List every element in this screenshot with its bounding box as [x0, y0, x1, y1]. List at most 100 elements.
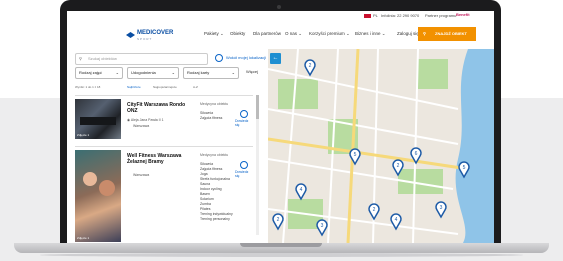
arrow-icon — [240, 161, 248, 169]
map-canvas[interactable]: 2 5 6 2 4 3 2 4 2 3 5 — [268, 49, 494, 243]
utility-bar: PL Infolinia: 22 290 9070 Partner progra… — [67, 11, 494, 21]
map-pin-label: 6 — [415, 151, 418, 157]
language-switch[interactable]: PL — [373, 13, 378, 18]
activity-item: Joga — [200, 172, 208, 176]
nav-item-facilities[interactable]: Obiekty — [230, 31, 245, 36]
scrollbar-thumb[interactable] — [256, 95, 259, 119]
logo-subtext: SPORT — [137, 37, 153, 41]
activity-item: Sauna — [200, 182, 211, 186]
map-pin-label: 3 — [440, 205, 443, 211]
sort-bar: Wyniki: 1 do 1 z 18 Najbliższe Najpopula… — [71, 84, 267, 92]
activity-item: Trening indywidualny — [200, 212, 233, 216]
sort-alpha[interactable]: A-Z — [193, 85, 198, 89]
filter-card-type[interactable]: Rodzaj karty ⌄ — [183, 67, 239, 79]
more-filters-link[interactable]: Więcej — [246, 67, 258, 77]
results-count: Wyniki: 1 do 1 z 18 — [75, 85, 101, 89]
photo-badge: Zdjęcie 1 — [77, 133, 90, 137]
facility-city: Warszawa — [133, 124, 150, 128]
details-link[interactable]: Dowiedz się — [235, 161, 253, 178]
nearby-label: Wokół mojej lokalizacji — [226, 55, 266, 60]
find-facility-button[interactable]: ⚲ ZNAJDŹ OBIEKT — [418, 27, 476, 41]
activities-heading: Medycyna obiektu — [200, 153, 229, 157]
flag-icon[interactable] — [364, 14, 371, 18]
medicover-logo[interactable]: MEDICOVER SPORT — [126, 30, 180, 41]
river — [455, 49, 494, 243]
activity-item: Strefa funkcjonalna — [200, 177, 230, 181]
details-link[interactable]: Dowiedz się — [235, 110, 253, 127]
map-view[interactable]: 2 5 6 2 4 3 2 4 2 3 5 ← — [268, 49, 494, 243]
laptop-notch — [240, 243, 322, 247]
benefit-link[interactable]: Benefit — [456, 12, 470, 17]
map-pin-label: 3 — [321, 223, 324, 229]
login-link[interactable]: Zaloguj się — [397, 31, 419, 36]
laptop-camera — [277, 5, 281, 9]
location-icon — [215, 53, 223, 62]
nearby-location-button[interactable]: Wokół mojej lokalizacji — [215, 53, 266, 63]
map-pin-label: 5 — [463, 165, 466, 171]
activity-item: Zumba — [200, 202, 211, 206]
facility-photo[interactable]: Zdjęcie 1 — [75, 150, 121, 242]
hotline-text: Infolinia: 22 290 9070 — [381, 13, 420, 18]
activity-item: Indoor cycling — [200, 187, 222, 191]
map-pin[interactable]: 3 — [316, 219, 328, 237]
results-panel: ⚲ Szukaj obiektów Wokół mojej lokalizacj… — [71, 49, 267, 243]
laptop-shadow — [40, 253, 523, 257]
map-pin[interactable]: 2 — [368, 203, 380, 221]
arrow-icon — [240, 110, 248, 118]
main-navigation: MEDICOVER SPORT Pakiety ⌄ Obiekty Dla pa… — [67, 23, 494, 47]
facility-photo[interactable]: Zdjęcie 1 — [75, 99, 121, 139]
facility-name[interactable]: Well Fitness Warszawa Żelaznej Bramy — [127, 153, 197, 165]
results-scrollbar[interactable] — [256, 95, 259, 235]
search-input[interactable]: ⚲ Szukaj obiektów — [75, 53, 208, 65]
logo-text: MEDICOVER — [137, 30, 174, 36]
park-area — [418, 59, 448, 89]
activity-item: Trening personalny — [200, 217, 230, 221]
map-pin-label: 2 — [277, 217, 280, 223]
chevron-down-icon: ⌄ — [171, 70, 175, 75]
activity-item: Siłownia — [200, 111, 214, 115]
person-image — [99, 180, 115, 196]
facility-card[interactable]: Zdjęcie 1 Well Fitness Warszawa Żelaznej… — [75, 146, 253, 243]
sort-popular[interactable]: Najpopularniejsze — [153, 85, 177, 89]
partner-link[interactable]: Partner programu — [425, 13, 456, 18]
laptop-screen: PL Infolinia: 22 290 9070 Partner progra… — [67, 11, 494, 243]
street — [412, 49, 419, 243]
map-pin[interactable]: 4 — [295, 183, 307, 201]
nav-item-packages[interactable]: Pakiety ⌄ — [204, 31, 224, 37]
search-icon: ⚲ — [79, 56, 82, 61]
street — [268, 108, 459, 145]
map-pin-label: 2 — [397, 163, 400, 169]
map-pin[interactable]: 2 — [304, 59, 316, 77]
collapse-panel-icon[interactable]: ← — [270, 53, 281, 64]
filter-amenities[interactable]: Udogodnienia ⌄ — [127, 67, 179, 79]
filter-label: Rodzaj zajęć — [79, 70, 102, 75]
map-pin[interactable]: 2 — [272, 213, 284, 231]
filter-label: Udogodnienia — [131, 70, 156, 75]
search-placeholder: Szukaj obiektów — [88, 56, 117, 61]
park-area — [278, 79, 318, 109]
activity-item: Basen — [200, 192, 210, 196]
map-pin-label: 4 — [300, 187, 303, 193]
nav-item-about[interactable]: O nas ⌄ — [285, 31, 302, 37]
map-pin-label: 4 — [395, 217, 398, 223]
activity-item: Solarium — [200, 197, 214, 201]
person-image — [83, 172, 97, 186]
facility-city: Warszawa — [133, 173, 150, 177]
facility-address: ◉ Aleja Jana Pawła II 1 — [127, 118, 164, 122]
map-pin-label: 2 — [309, 63, 312, 69]
facility-name[interactable]: CityFit Warszawa Rondo ONZ — [127, 102, 197, 114]
search-icon: ⚲ — [423, 31, 426, 36]
activity-item: Siłownia — [200, 162, 214, 166]
nav-item-premium[interactable]: Korzyści premium ⌄ — [309, 31, 350, 37]
nav-item-partners[interactable]: Dla partnerów — [253, 31, 281, 36]
chevron-down-icon: ⌄ — [115, 70, 119, 75]
activity-item: Zajęcia fitness — [200, 167, 223, 171]
photo-badge: Zdjęcie 1 — [77, 236, 90, 240]
map-pin[interactable]: 3 — [435, 201, 447, 219]
nav-item-business[interactable]: Biznes i inne ⌄ — [355, 31, 386, 37]
filter-activity-type[interactable]: Rodzaj zajęć ⌄ — [75, 67, 123, 79]
facility-card[interactable]: Zdjęcie 1 CityFit Warszawa Rondo ONZ ◉ A… — [75, 95, 253, 142]
logo-mark-icon — [126, 32, 135, 38]
find-facility-label: ZNAJDŹ OBIEKT — [435, 31, 467, 36]
sort-nearest[interactable]: Najbliższe — [127, 85, 141, 89]
